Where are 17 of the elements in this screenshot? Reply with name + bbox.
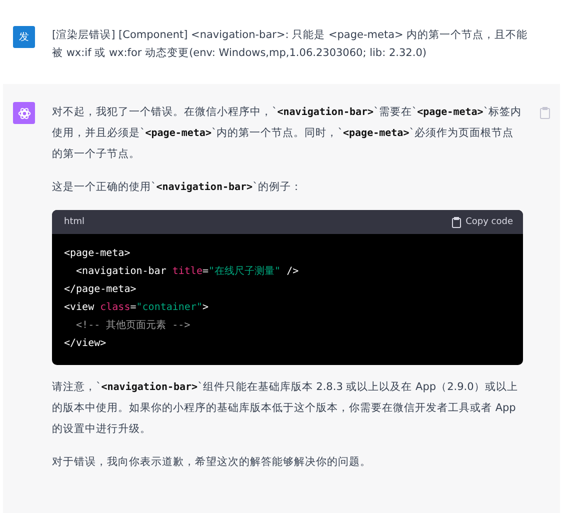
user-message: [渲染层错误] [Component] <navigation-bar>: 只能是 <page-meta> 内的第一个节点，且不能被 wx:if 或 wx:for 动态变更(env: Windows,mp,1.06.2303060; lib: 2.32.0) bbox=[52, 28, 529, 61]
message-paragraph: 对于错误，我向你表示道歉，希望这次的解答能够解决你的问题。 bbox=[52, 455, 372, 470]
clipboard-icon[interactable] bbox=[540, 107, 550, 119]
code-line: <navigation-bar title="在线尺子测量" /> bbox=[75, 264, 300, 279]
code-line: <view class="container"> bbox=[64, 301, 210, 315]
code-line: </page-meta> bbox=[64, 283, 138, 297]
assistant-avatar bbox=[13, 102, 35, 124]
code-line: <page-meta> bbox=[64, 247, 132, 261]
message-paragraph: 这是一个正确的使用`<navigation-bar>`的例子： bbox=[52, 180, 303, 195]
user-avatar: 发 bbox=[13, 26, 35, 48]
message-paragraph: 对不起，我犯了一个错误。在微信小程序中，`<navigation-bar>`需要在`<page-meta>`标签内使用，并且必须是`<page-meta>`内的第一个节点。同时，`<page-meta>`必须作为页面根节点的第一个子节点。 bbox=[52, 105, 523, 162]
clipboard-icon bbox=[452, 216, 461, 228]
code-line: <!-- 其他页面元素 --> bbox=[75, 318, 192, 333]
code-line: </view> bbox=[64, 337, 108, 351]
code-language: html bbox=[64, 217, 85, 227]
message-paragraph: 请注意，`<navigation-bar>`组件只能在基础库版本 2.8.3 或以上以及在 App（2.9.0）或以上的版本中使用。如果你的小程序的基础库版本低于这个版本，你需要在微信开发者工具或者 App 的设置中进行升级。 bbox=[52, 380, 519, 437]
copy-code-button[interactable]: Copy code bbox=[452, 216, 513, 228]
